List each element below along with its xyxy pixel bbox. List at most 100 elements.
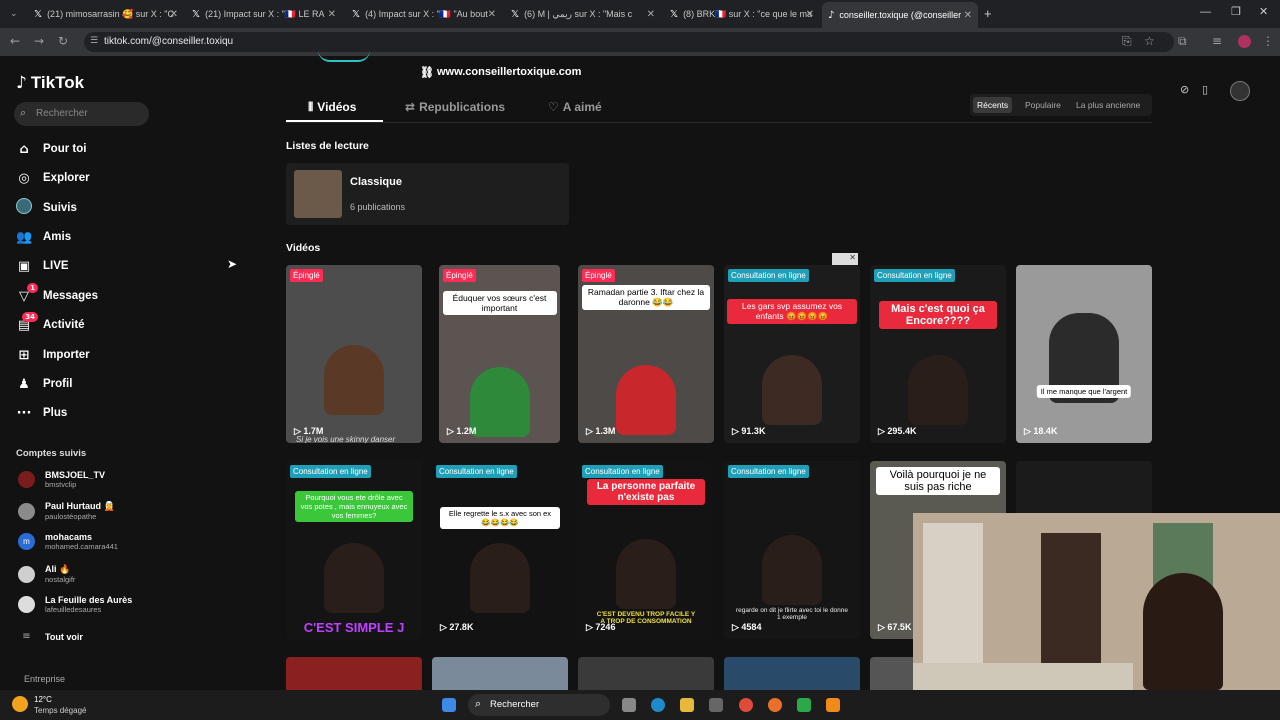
back-icon[interactable]: ← [10, 34, 20, 48]
close-icon[interactable]: ✕ [170, 9, 178, 20]
tab-republications[interactable]: ⇄ Republications [405, 100, 505, 114]
weather-temp[interactable]: 12°C [34, 695, 52, 704]
nav-activite[interactable]: ▤ 34 Activité [16, 311, 85, 336]
forward-icon[interactable]: → [34, 34, 44, 48]
user-avatar[interactable] [1230, 81, 1250, 101]
video-thumbnail[interactable]: Épinglé Si je vois une skinny danser ▷ 1… [286, 265, 422, 443]
sort-popular-button[interactable]: Populaire [1021, 97, 1065, 113]
profile-website-link[interactable]: ⛓ www.conseillertoxique.com [420, 66, 581, 79]
maximize-icon[interactable]: ❐ [1231, 5, 1241, 18]
close-icon[interactable]: ✕ [647, 9, 655, 20]
compass-icon: ◎ [18, 170, 30, 186]
nav-amis[interactable]: 👥 Amis [16, 226, 71, 248]
media-icon[interactable]: ≡ [1212, 34, 1222, 48]
video-thumbnail[interactable]: Épinglé Ramadan partie 3. Iftar chez la … [578, 265, 714, 443]
browser-menu-icon[interactable]: ⋮ [1262, 34, 1274, 48]
nav-suivis[interactable]: Suivis [16, 197, 77, 219]
browser-tab[interactable]: 𝕏 (4) Impact sur X : "🇫🇷 "Au bout ✕ [352, 4, 496, 24]
followed-account[interactable]: m mohacams mohamed.camara441 [18, 532, 118, 551]
video-thumbnail[interactable]: Consultation en ligne Les gars svp assum… [724, 265, 860, 443]
nav-plus[interactable]: ··· Plus [16, 402, 68, 424]
close-icon[interactable]: ✕ [328, 9, 336, 20]
browser-tab-active[interactable]: ♪ conseiller.toxique (@conseiller ✕ [822, 2, 978, 28]
desk [913, 663, 1133, 690]
video-thumbnail[interactable]: Il me manque que l'argent ▷ 18.4K [1016, 265, 1152, 443]
person-silhouette [324, 345, 384, 415]
video-thumbnail[interactable]: Épinglé Éduquer vos sœurs c'est importan… [439, 265, 560, 443]
nav-messages[interactable]: ▽ 1 Messages [16, 282, 98, 307]
pip-icon[interactable]: ⊘ [1180, 83, 1189, 96]
ad-close-icon[interactable]: ✕ [832, 253, 858, 265]
footer-link-entreprise[interactable]: Entreprise [24, 674, 65, 684]
video-thumbnail[interactable]: Consultation en ligne Elle regrette le s… [432, 461, 568, 639]
close-window-icon[interactable]: ✕ [1259, 5, 1268, 18]
nav-profil[interactable]: ♟ Profil [16, 373, 72, 395]
tab-menu-icon[interactable]: ⌄ [10, 8, 18, 19]
url-field[interactable]: ☰ tiktok.com/@conseiller.toxiqu [84, 32, 1174, 52]
close-icon[interactable]: ✕ [806, 9, 814, 20]
bookmark-star-icon[interactable]: ☆ [1144, 34, 1155, 48]
following-section-title: Comptes suivis [16, 448, 87, 459]
weather-desc[interactable]: Temps dégagé [34, 706, 86, 715]
list-icon: ≡ [22, 631, 31, 642]
extensions-icon[interactable]: ⧉ [1178, 34, 1187, 49]
person-silhouette [616, 539, 676, 609]
followed-account[interactable]: Ali 🔥 nostalgifr [18, 564, 75, 584]
minimize-icon[interactable]: — [1200, 6, 1211, 18]
file-explorer-icon[interactable] [680, 698, 694, 712]
sort-oldest-button[interactable]: La plus ancienne [1072, 97, 1144, 113]
chrome-icon[interactable] [739, 698, 753, 712]
browser-tab[interactable]: 𝕏 (21) Impact sur X : "🇫🇷 LE RA ✕ [192, 4, 336, 24]
windows-start-icon[interactable] [442, 698, 456, 712]
videos-section-title: Vidéos [286, 242, 321, 254]
tab-videos[interactable]: ⦀ Vidéos [308, 100, 356, 115]
store-icon[interactable] [709, 698, 723, 712]
edge-icon[interactable] [651, 698, 665, 712]
playlist-card[interactable]: Classique 6 publications [286, 163, 569, 225]
grid-icon: ⦀ [308, 100, 314, 114]
vlc-icon[interactable] [826, 698, 840, 712]
browser-tab[interactable]: 𝕏 (8) BRK🇫🇷 sur X : "ce que le ma ✕ [670, 4, 814, 24]
taskbar-search[interactable]: ⌕ Rechercher [468, 694, 610, 716]
nav-pour-toi[interactable]: ⌂ Pour toi [16, 138, 86, 160]
browser-tab[interactable]: 𝕏 (21) mimosarrasin 🥰 sur X : "C ✕ [34, 4, 178, 24]
nav-live[interactable]: ▣ LIVE [16, 255, 69, 277]
browser-tab[interactable]: 𝕏 (6) M | ريمي sur X : "Mais c ✕ [511, 4, 655, 24]
video-thumbnail[interactable]: Consultation en ligne La personne parfai… [578, 461, 714, 639]
sort-recent-button[interactable]: Récents [973, 97, 1013, 113]
firefox-icon[interactable] [768, 698, 782, 712]
profile-avatar-icon[interactable] [1238, 35, 1251, 48]
video-bottom-text: regarde on dit je flirte avec toi le don… [736, 607, 849, 621]
door [923, 523, 983, 673]
close-icon[interactable]: ✕ [488, 9, 496, 20]
avatar [18, 471, 35, 488]
search-input[interactable]: ⌕ Rechercher [14, 102, 149, 126]
followed-account[interactable]: BMSJOEL_TV bmstvclip [18, 470, 105, 489]
x-logo-icon: 𝕏 [34, 8, 43, 20]
new-tab-icon[interactable]: + [984, 6, 992, 21]
close-icon[interactable]: ✕ [964, 10, 972, 21]
tab-liked[interactable]: ♡ A aimé [548, 100, 602, 114]
video-thumbnail[interactable]: Consultation en ligne Pourquoi vous ete … [286, 461, 422, 639]
video-caption: La personne parfaite n'existe pas [587, 479, 705, 505]
webcam-overlay [913, 513, 1280, 690]
search-icon: ⌕ [475, 697, 482, 710]
nav-explorer[interactable]: ◎ Explorer [16, 167, 89, 189]
device-icon[interactable]: ▯ [1202, 83, 1208, 96]
task-view-icon[interactable] [622, 698, 636, 712]
browser-tab-bar: ⌄ 𝕏 (21) mimosarrasin 🥰 sur X : "C ✕ 𝕏 (21)… [0, 0, 1280, 28]
x-logo-icon: 𝕏 [352, 8, 361, 20]
followed-account[interactable]: Paul Hurtaud 🧝 paulostéopathe [18, 501, 115, 521]
video-thumbnail[interactable]: Consultation en ligne Mais c'est quoi ça… [870, 265, 1006, 443]
view-count: ▷ 1.7M [294, 426, 324, 436]
followed-account[interactable]: La Feuille des Aurès lafeuilledesaures [18, 595, 132, 614]
tiktok-logo[interactable]: ♪ TikTok [16, 73, 84, 93]
translate-icon[interactable]: ⎘ [1122, 34, 1132, 49]
site-info-icon[interactable]: ☰ [90, 36, 98, 46]
see-all-link[interactable]: ≡ Tout voir [18, 631, 83, 642]
reload-icon[interactable]: ↻ [58, 34, 68, 48]
x-logo-icon: 𝕏 [511, 8, 520, 20]
nav-importer[interactable]: ⊞ Importer [16, 344, 90, 366]
app-icon[interactable] [797, 698, 811, 712]
video-thumbnail[interactable]: Consultation en ligne regarde on dit je … [724, 461, 860, 639]
